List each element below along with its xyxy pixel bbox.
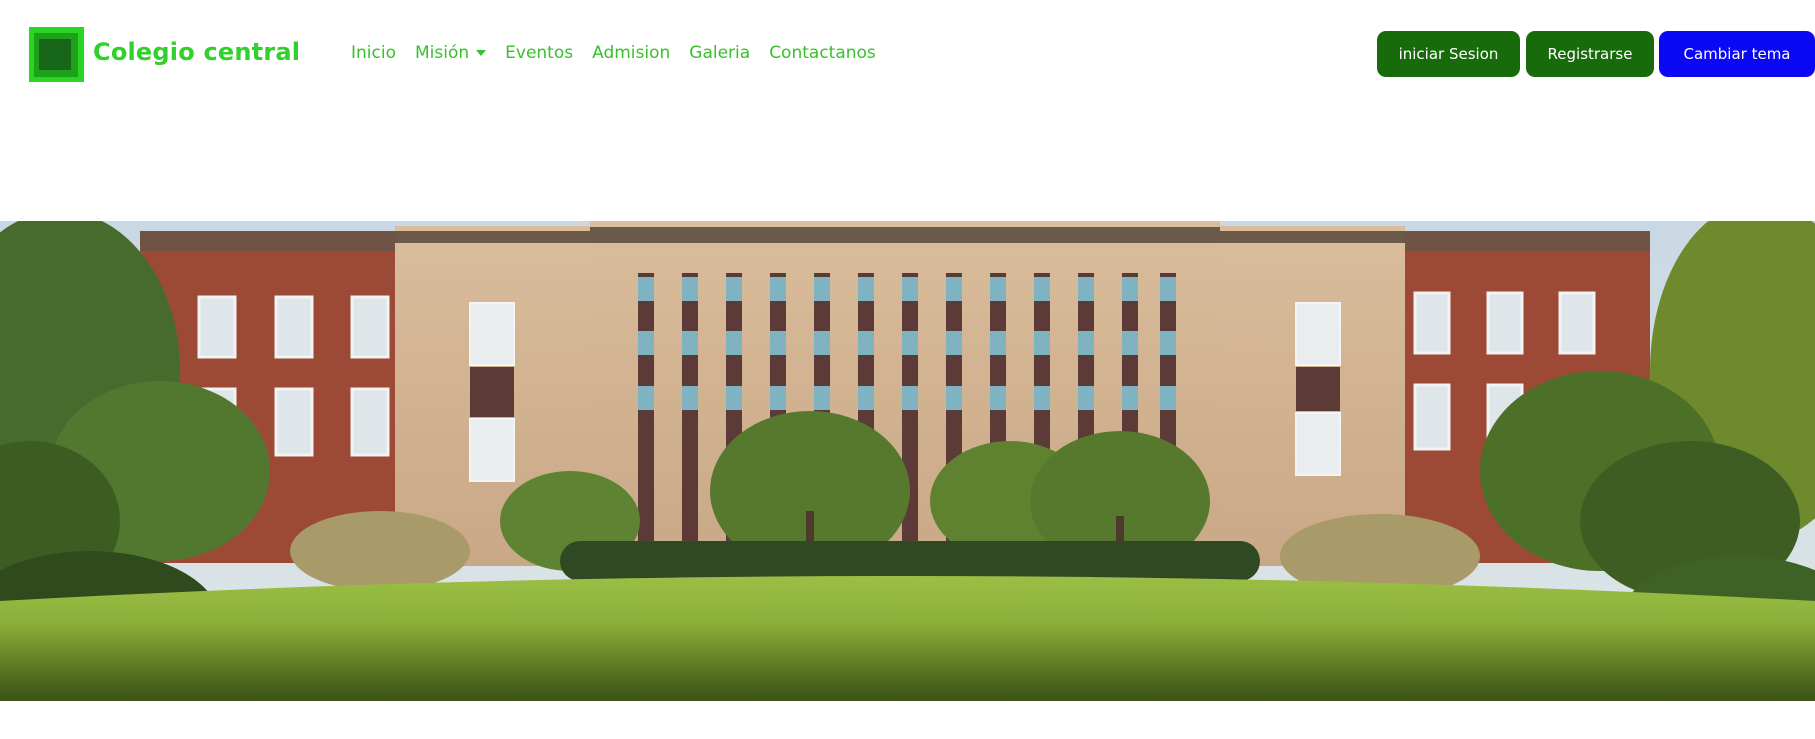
nav-item-mision-dropdown[interactable]: Misión [414,43,487,63]
login-button[interactable]: iniciar Sesion [1377,31,1520,77]
nav-item-label: Misión [414,43,470,63]
nav-item-label: Contactanos [769,43,876,63]
nav-item-eventos[interactable]: Eventos [505,43,573,63]
register-button[interactable]: Registrarse [1526,31,1654,77]
brand-name: Colegio central [93,38,301,66]
main-nav: Inicio Misión Eventos Admision Galeria C… [351,40,895,66]
nav-item-contactanos[interactable]: Contactanos [769,43,876,63]
hero-image [0,221,1815,701]
nav-item-label: Galeria [689,43,751,63]
nav-item-label: Eventos [505,43,574,63]
logo-icon [29,26,84,82]
nav-item-admision[interactable]: Admision [592,43,670,63]
nav-item-label: Inicio [351,43,396,63]
nav-item-galeria[interactable]: Galeria [689,43,750,63]
top-navbar: Colegio central Inicio Misión Eventos Ad… [0,0,1815,110]
change-theme-button[interactable]: Cambiar tema [1659,31,1815,77]
nav-item-inicio[interactable]: Inicio [351,43,396,63]
chevron-down-icon [476,50,487,56]
brand[interactable]: Colegio central [29,26,300,82]
nav-item-label: Admision [592,43,671,63]
school-building-illustration [0,221,1815,701]
